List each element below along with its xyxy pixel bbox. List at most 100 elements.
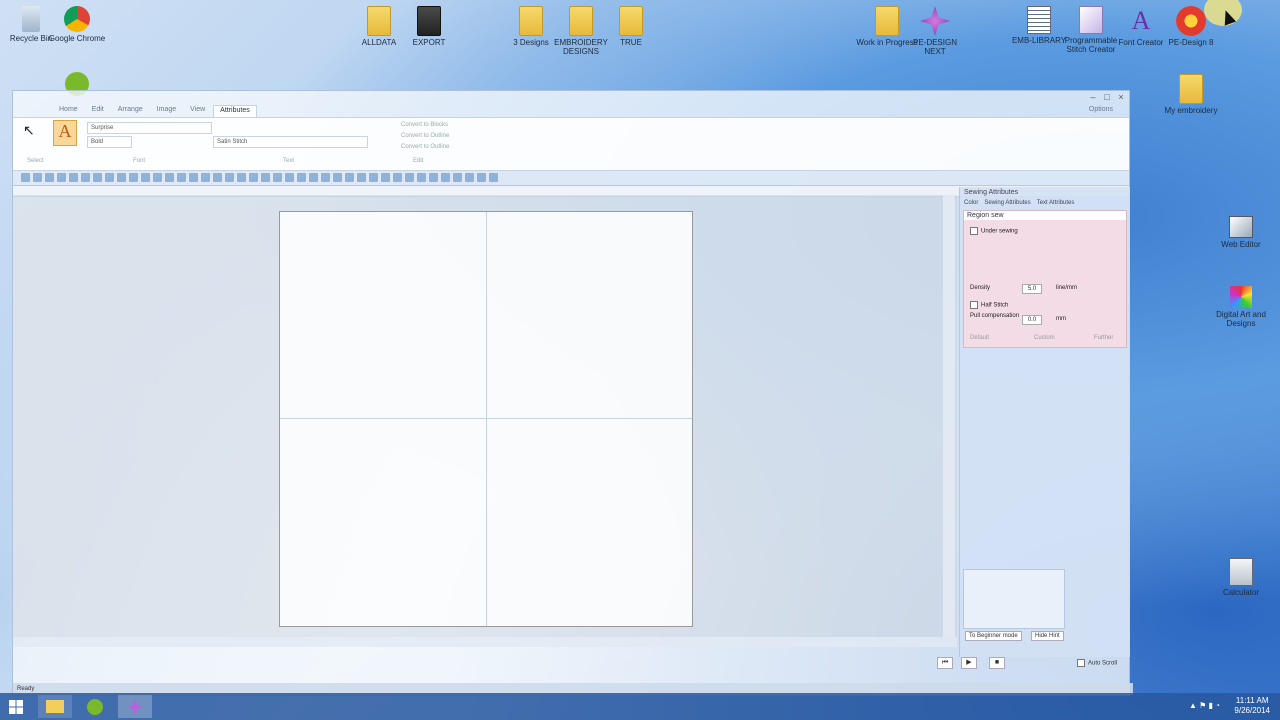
toolbar-button[interactable] — [105, 173, 114, 182]
desktop-icon-label: 3 Designs — [513, 38, 549, 47]
vertical-scrollbar[interactable] — [943, 195, 955, 637]
toolbar-button[interactable] — [69, 173, 78, 182]
chrome-icon — [64, 6, 90, 32]
toolbar-button[interactable] — [393, 173, 402, 182]
toolbar-button[interactable] — [237, 173, 246, 182]
text-tool-button[interactable]: A — [53, 120, 77, 146]
toolbar-button[interactable] — [345, 173, 354, 182]
system-tray[interactable]: ▲ ⚑ ▮ ◔ — [1189, 701, 1220, 710]
tab-sewing-attributes[interactable]: Sewing Attributes — [984, 200, 1030, 206]
toolbar-button[interactable] — [441, 173, 450, 182]
toolbar-button[interactable] — [489, 173, 498, 182]
play-button[interactable]: ▶ — [961, 657, 977, 669]
toolbar-button[interactable] — [417, 173, 426, 182]
desktop-icon-true[interactable]: TRUE — [600, 6, 662, 47]
close-button[interactable]: × — [1115, 92, 1127, 102]
toolbar-button[interactable] — [333, 173, 342, 182]
tab-view[interactable]: View — [184, 105, 211, 117]
convert-option-1[interactable]: Convert to Blocks — [401, 122, 448, 128]
toolbar-button[interactable] — [261, 173, 270, 182]
auto-scroll-box[interactable] — [1077, 659, 1085, 667]
clock[interactable]: 11:11 AM 9/26/2014 — [1234, 696, 1270, 716]
convert-option-3[interactable]: Convert to Outline — [401, 144, 449, 150]
font-style-select[interactable]: Bold — [87, 136, 132, 148]
tab-attributes[interactable]: Attributes — [213, 105, 257, 117]
toolbar-button[interactable] — [57, 173, 66, 182]
tab-home[interactable]: Home — [53, 105, 84, 117]
taskbar-spotify[interactable] — [78, 695, 112, 718]
half-stitch-row[interactable]: Half Stitch — [970, 301, 1008, 309]
auto-scroll-checkbox[interactable]: Auto Scroll — [1077, 659, 1117, 667]
toolbar-button[interactable] — [129, 173, 138, 182]
toolbar-button[interactable] — [189, 173, 198, 182]
toolbar-button[interactable] — [165, 173, 174, 182]
toolbar-button[interactable] — [357, 173, 366, 182]
select-tool-button[interactable]: ↖ — [23, 122, 41, 144]
convert-option-2[interactable]: Convert to Outline — [401, 133, 449, 139]
toolbar-button[interactable] — [201, 173, 210, 182]
minimize-button[interactable]: – — [1087, 92, 1099, 102]
toolbar-button[interactable] — [117, 173, 126, 182]
desktop-icon-pe-design-next[interactable]: PE-DESIGN NEXT — [904, 6, 966, 56]
tab-arrange[interactable]: Arrange — [112, 105, 149, 117]
direction-custom[interactable]: Custom — [1034, 335, 1055, 341]
toolbar-button[interactable] — [369, 173, 378, 182]
toolbar-button[interactable] — [33, 173, 42, 182]
toolbar-button[interactable] — [21, 173, 30, 182]
thread-select[interactable]: Satin Stitch — [213, 136, 368, 148]
stop-button[interactable]: ■ — [989, 657, 1005, 669]
toolbar-button[interactable] — [405, 173, 414, 182]
tab-color[interactable]: Color — [964, 200, 978, 206]
desktop-icon-chrome[interactable]: Google Chrome — [46, 6, 108, 43]
tab-text-attributes[interactable]: Text Attributes — [1037, 200, 1075, 206]
toolbar-button[interactable] — [465, 173, 474, 182]
pull-compensation-unit: mm — [1056, 316, 1066, 322]
design-page[interactable] — [279, 211, 693, 627]
toolbar-button[interactable] — [177, 173, 186, 182]
toolbar-button[interactable] — [477, 173, 486, 182]
desktop-icon-my-embroidery[interactable]: My embroidery — [1160, 74, 1222, 115]
taskbar-pe-design[interactable] — [118, 695, 152, 718]
under-sewing-checkbox[interactable] — [970, 227, 978, 235]
rewind-button[interactable]: ⏮ — [937, 657, 953, 669]
toolbar-button[interactable] — [225, 173, 234, 182]
options-menu[interactable]: Options — [1083, 105, 1119, 117]
toolbar-button[interactable] — [309, 173, 318, 182]
toolbar-button[interactable] — [381, 173, 390, 182]
folder-icon — [519, 6, 543, 36]
pull-compensation-input[interactable]: 0.0 — [1022, 315, 1042, 325]
toolbar-button[interactable] — [45, 173, 54, 182]
toolbar-button[interactable] — [213, 173, 222, 182]
density-input[interactable]: 5.0 — [1022, 284, 1042, 294]
start-button[interactable] — [0, 695, 34, 718]
maximize-button[interactable]: □ — [1101, 92, 1113, 102]
toolbar-button[interactable] — [273, 173, 282, 182]
half-stitch-checkbox[interactable] — [970, 301, 978, 309]
desktop-icon-digital-art[interactable]: Digital Art and Designs — [1210, 286, 1272, 328]
design-workspace[interactable] — [13, 195, 957, 637]
toolbar-button[interactable] — [453, 173, 462, 182]
toolbar-button[interactable] — [297, 173, 306, 182]
toolbar-button[interactable] — [81, 173, 90, 182]
toolbar-button[interactable] — [429, 173, 438, 182]
taskbar-file-explorer[interactable] — [38, 695, 72, 718]
tab-edit[interactable]: Edit — [86, 105, 110, 117]
toolbar-button[interactable] — [153, 173, 162, 182]
horizontal-scrollbar[interactable] — [13, 637, 957, 647]
toolbar-button[interactable] — [141, 173, 150, 182]
toolbar-button[interactable] — [249, 173, 258, 182]
tab-image[interactable]: Image — [151, 105, 182, 117]
under-sewing-row[interactable]: Under sewing — [970, 227, 1018, 235]
desktop-icon-export[interactable]: EXPORT — [398, 6, 460, 47]
toolbar-button[interactable] — [285, 173, 294, 182]
to-beginner-mode-button[interactable]: To Beginner mode — [965, 631, 1022, 641]
font-select[interactable]: Surprise — [87, 122, 212, 134]
direction-further[interactable]: Further — [1094, 335, 1113, 341]
direction-default[interactable]: Default — [970, 335, 989, 341]
toolbar-button[interactable] — [93, 173, 102, 182]
ribbon: ↖ A Surprise Bold Satin Stitch Convert t… — [13, 117, 1129, 171]
toolbar-button[interactable] — [321, 173, 330, 182]
hide-hint-button[interactable]: Hide Hint — [1031, 631, 1064, 641]
desktop-icon-calculator[interactable]: Calculator — [1210, 558, 1272, 597]
desktop-icon-web-editor[interactable]: Web Editor — [1210, 216, 1272, 249]
